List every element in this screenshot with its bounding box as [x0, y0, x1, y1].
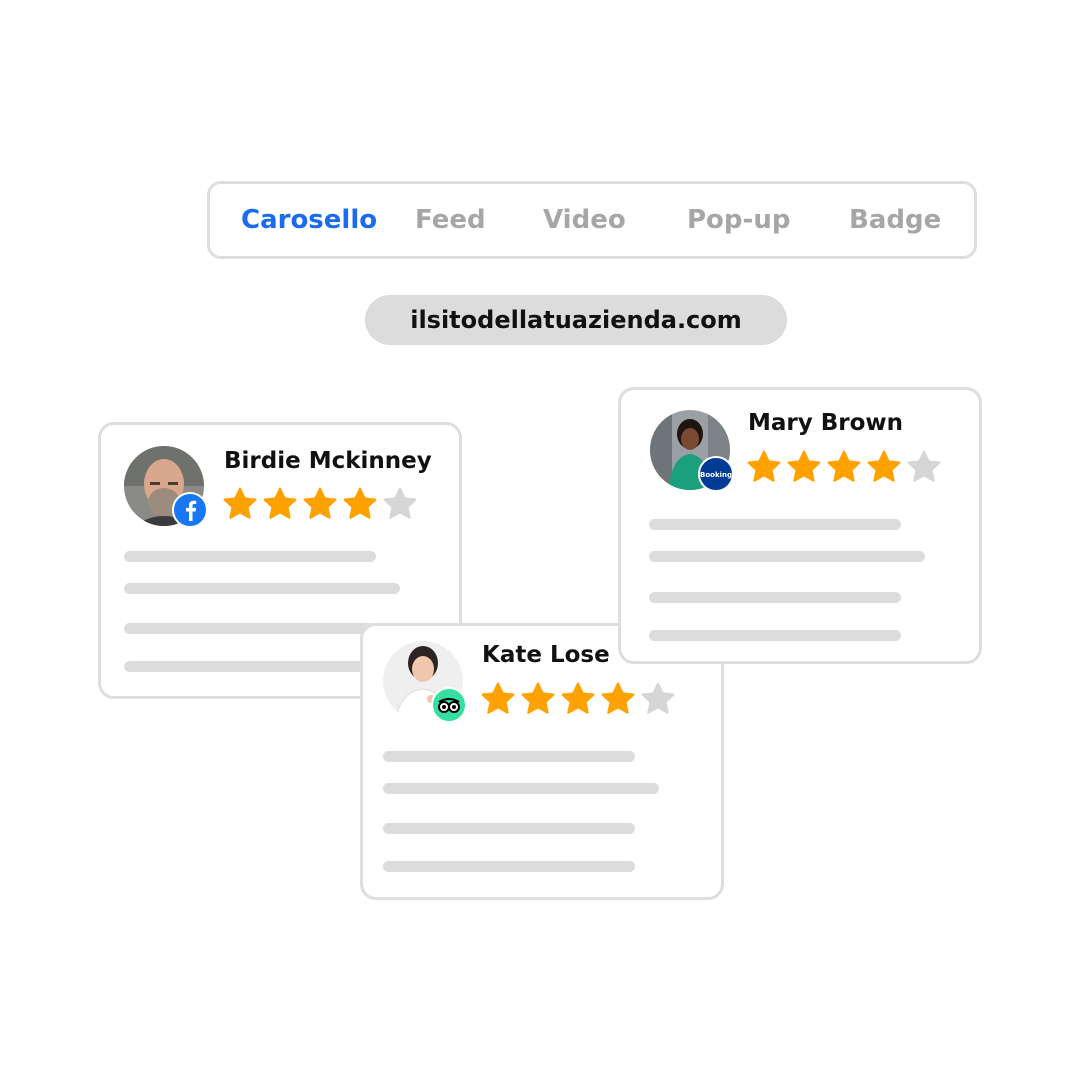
text-placeholder-line [649, 551, 925, 562]
reviewer-name: Mary Brown [748, 410, 904, 436]
text-placeholder-line [124, 551, 376, 562]
booking-label: Booking [700, 471, 732, 479]
text-placeholder-line [649, 592, 901, 603]
text-placeholder-line [649, 519, 901, 530]
text-placeholder-line [124, 623, 376, 634]
avatar [383, 641, 467, 723]
star-filled-icon [561, 682, 595, 714]
star-filled-icon [521, 682, 555, 714]
review-card-kate: Kate Lose [360, 623, 724, 900]
star-filled-icon [747, 450, 781, 482]
reviewer-name: Birdie Mckinney [224, 448, 432, 474]
star-rating [222, 486, 418, 522]
tripadvisor-icon [431, 687, 467, 723]
star-filled-icon [343, 487, 377, 519]
tab-video[interactable]: Video [543, 184, 626, 256]
tab-badge[interactable]: Badge [849, 184, 941, 256]
star-filled-icon [303, 487, 337, 519]
facebook-icon [172, 492, 208, 528]
text-placeholder-line [124, 583, 400, 594]
text-placeholder-line [383, 783, 659, 794]
star-filled-icon [787, 450, 821, 482]
star-filled-icon [481, 682, 515, 714]
text-placeholder-line [124, 661, 376, 672]
layout-tabs: Carosello Feed Video Pop-up Badge [207, 181, 977, 259]
text-placeholder-line [383, 823, 635, 834]
star-empty-icon [907, 450, 941, 482]
star-filled-icon [827, 450, 861, 482]
star-filled-icon [867, 450, 901, 482]
text-placeholder-line [649, 630, 901, 641]
avatar [124, 446, 208, 528]
tab-carosello[interactable]: Carosello [241, 184, 377, 256]
review-card-mary: Booking Mary Brown [618, 387, 982, 664]
website-url: ilsitodellatuazienda.com [365, 295, 787, 345]
star-filled-icon [263, 487, 297, 519]
text-placeholder-line [383, 751, 635, 762]
text-placeholder-line [383, 861, 635, 872]
avatar: Booking [650, 410, 734, 492]
star-rating [480, 681, 676, 717]
star-filled-icon [601, 682, 635, 714]
booking-icon: Booking [698, 456, 734, 492]
star-empty-icon [641, 682, 675, 714]
tab-popup[interactable]: Pop-up [687, 184, 790, 256]
star-empty-icon [383, 487, 417, 519]
tab-feed[interactable]: Feed [415, 184, 486, 256]
reviewer-name: Kate Lose [482, 642, 610, 668]
star-rating [746, 449, 942, 485]
star-filled-icon [223, 487, 257, 519]
